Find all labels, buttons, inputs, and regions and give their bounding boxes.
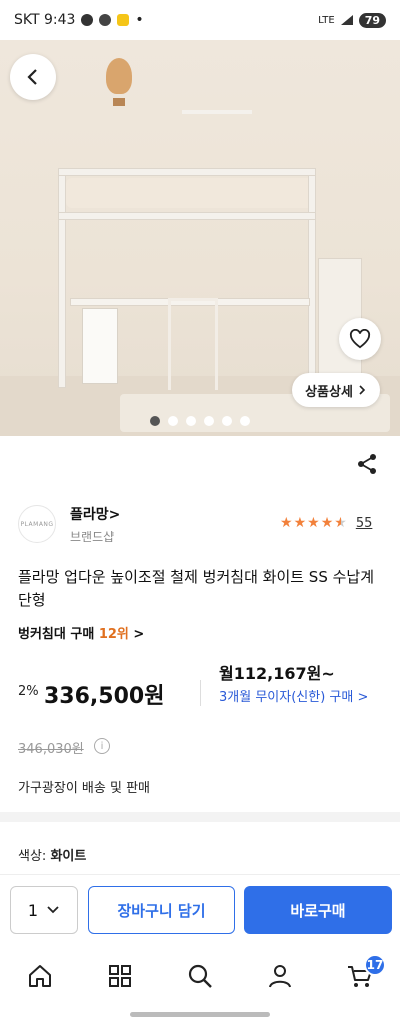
status-dot: • (135, 12, 144, 28)
brand-name-link[interactable]: 플라망> (70, 504, 120, 524)
carousel-indicator (0, 416, 400, 426)
star-icon: ★ (320, 515, 334, 531)
battery-indicator: 79 (358, 12, 386, 28)
signal-icon (340, 15, 353, 25)
quantity-select[interactable]: 1 (10, 886, 78, 934)
review-count[interactable]: 55 (356, 516, 373, 531)
section-divider (0, 812, 400, 822)
chevron-right-icon (359, 385, 366, 395)
nav-cart[interactable]: 17 (320, 948, 400, 1004)
bottom-nav: 17 (0, 948, 400, 1004)
add-to-cart-button[interactable]: 장바구니 담기 (88, 886, 235, 934)
installment-link[interactable]: 3개월 무이자(신한) 구매 > (219, 688, 389, 707)
carousel-dot[interactable] (186, 416, 196, 426)
rank-label: 벙커침대 구매 (18, 627, 95, 642)
search-icon (188, 964, 212, 988)
product-image-carousel[interactable]: 상품상세 (0, 40, 400, 436)
carousel-dot[interactable] (204, 416, 214, 426)
info-icon[interactable]: i (94, 738, 110, 754)
nav-my-page[interactable] (240, 948, 320, 1004)
image-shelf (182, 110, 252, 114)
heart-icon (349, 329, 371, 349)
cart-badge: 17 (364, 954, 386, 976)
nav-home[interactable] (0, 948, 80, 1004)
option-label: 색상: (18, 849, 47, 864)
category-icon (109, 965, 131, 987)
nav-category[interactable] (80, 948, 160, 1004)
monthly-price: 월112,167원~ (219, 664, 335, 683)
original-price: 346,030원 (18, 742, 84, 757)
brand-logo[interactable]: PLAMANG (18, 505, 56, 543)
brand-name: 플라망 (70, 507, 109, 523)
sale-price: 336,500원 (44, 684, 165, 709)
chevron-left-icon (27, 69, 37, 85)
brand-subtitle: 브랜드샵 (70, 530, 115, 544)
carousel-dot[interactable] (222, 416, 232, 426)
product-detail-label: 상품상세 (305, 384, 353, 400)
option-color[interactable]: 색상: 화이트 (18, 845, 86, 864)
seller-info: 가구광장이 배송 및 판매 (18, 781, 150, 796)
wishlist-button[interactable] (339, 318, 381, 360)
discount-rate: 2% (18, 684, 39, 699)
share-icon (358, 454, 376, 474)
rank-chevron: > (133, 627, 145, 642)
app-notification-icon (99, 14, 112, 26)
back-button[interactable] (10, 54, 56, 100)
image-chair (168, 298, 218, 390)
price-divider (200, 680, 201, 706)
half-star-icon: ★ (334, 515, 347, 531)
product-detail-button[interactable]: 상품상세 (292, 373, 380, 407)
image-balloon-basket (113, 98, 125, 106)
quantity-value: 1 (27, 900, 39, 920)
status-bar: SKT 9:43 • LTE 79 (0, 0, 400, 40)
carousel-dot[interactable] (240, 416, 250, 426)
star-icon: ★ (280, 515, 293, 531)
star-icon: ★ (293, 515, 307, 531)
buy-now-button[interactable]: 바로구매 (244, 886, 392, 934)
purchase-bar: 1 장바구니 담기 바로구매 (0, 874, 400, 944)
chevron-down-icon (47, 906, 59, 914)
star-icon: ★ (307, 515, 320, 531)
option-value: 화이트 (50, 849, 87, 864)
brand-chevron: > (108, 507, 121, 523)
rating[interactable]: ★ ★ ★ ★ ★ 55 (280, 515, 372, 531)
link-icon (81, 14, 94, 26)
home-icon (29, 965, 51, 987)
rank-position: 12위 (98, 627, 129, 642)
image-balloon (106, 58, 132, 94)
home-indicator[interactable] (130, 1012, 270, 1017)
product-title: 플라망 업다운 높이조절 철제 벙커침대 화이트 SS 수납계단형 (18, 568, 375, 609)
rank-link[interactable]: 벙커침대 구매 12위 > (18, 623, 144, 642)
image-drawer (82, 308, 118, 384)
my-page-icon (269, 965, 291, 988)
share-button[interactable] (355, 452, 379, 476)
brand-logo-text: PLAMANG (20, 520, 54, 528)
carousel-dot[interactable] (150, 416, 160, 426)
network-label: LTE (318, 14, 335, 26)
kakao-notification-icon (117, 14, 130, 26)
nav-search[interactable] (160, 948, 240, 1004)
status-time: SKT 9:43 (14, 12, 76, 28)
carousel-dot[interactable] (168, 416, 178, 426)
